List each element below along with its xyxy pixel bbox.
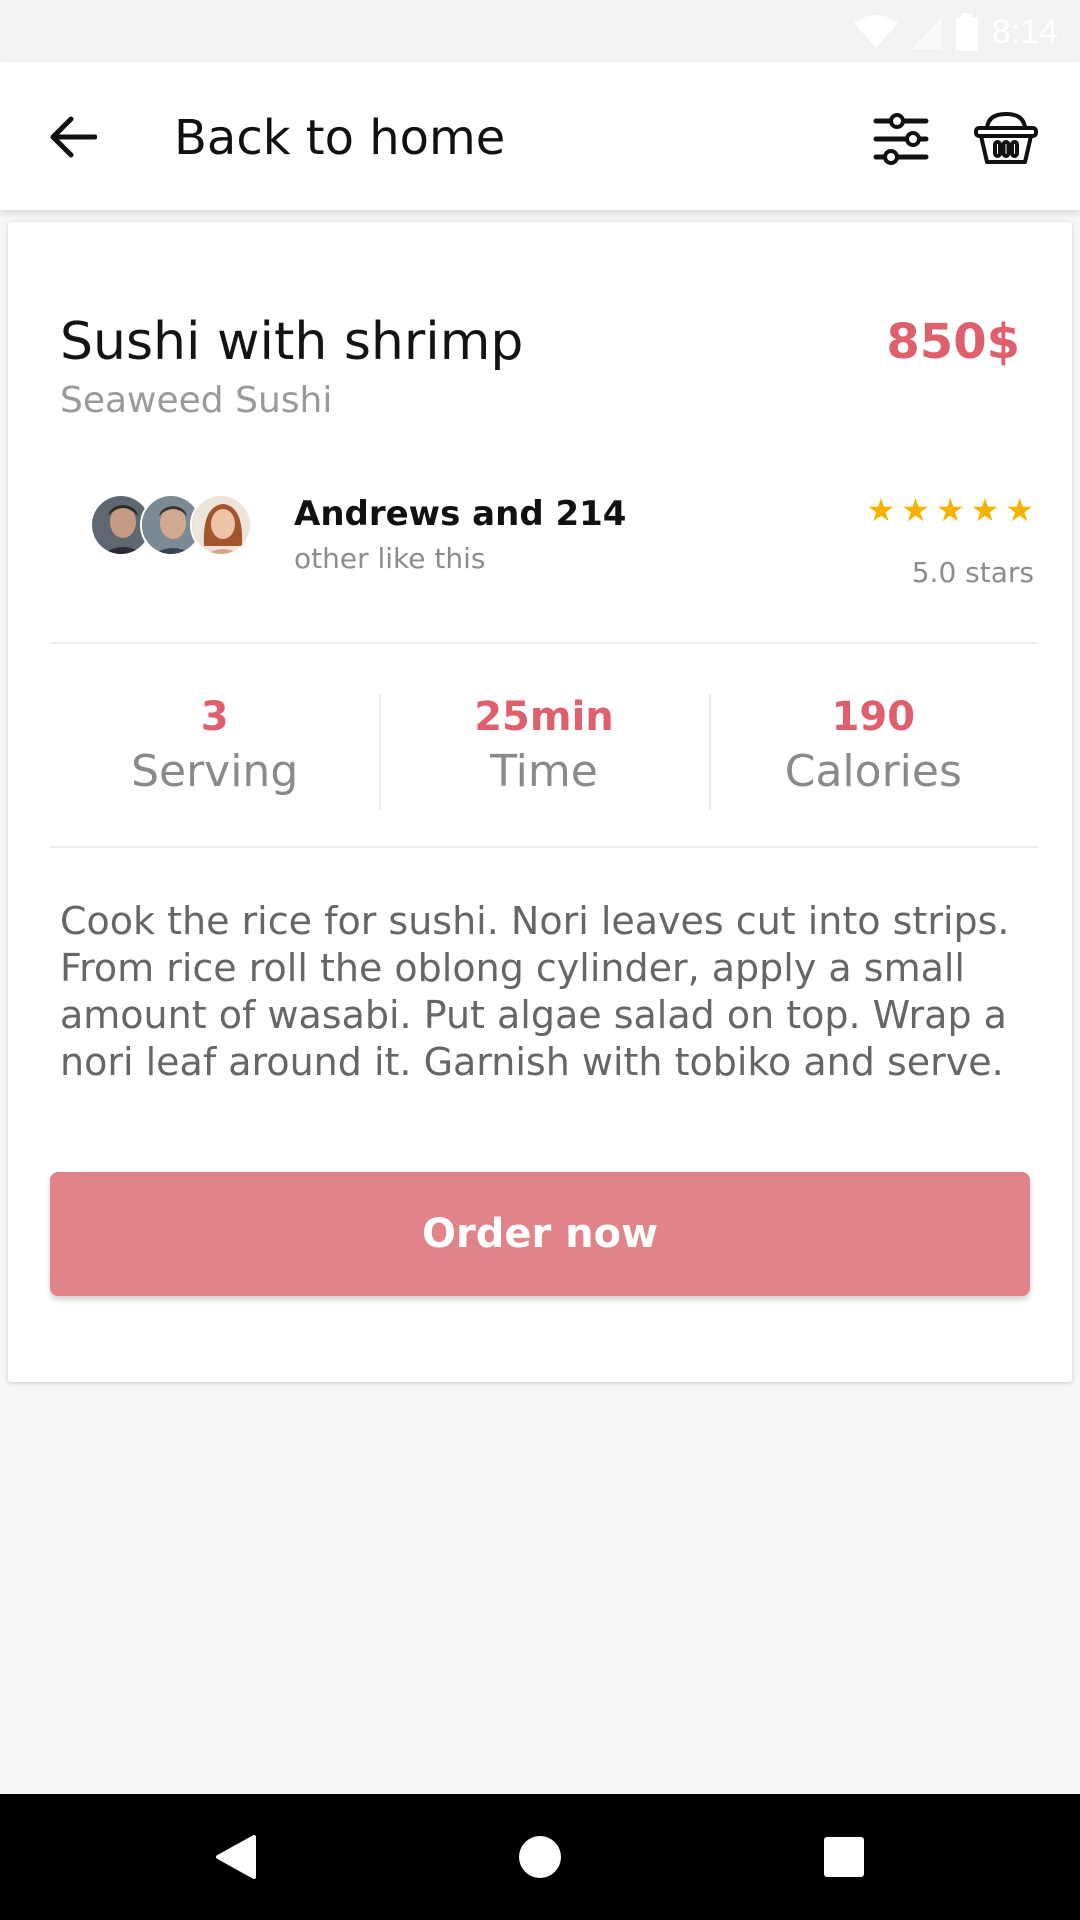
circle-home-icon: [519, 1836, 561, 1878]
star-icon: ★: [866, 492, 896, 528]
stat-value: 25min: [474, 694, 614, 740]
app-bar: Back to home: [0, 62, 1080, 210]
status-time: 8:14: [991, 12, 1058, 51]
star-icon: ★: [901, 492, 930, 528]
sliders-icon: [873, 113, 929, 165]
dish-card: Sushi with shrimp Seaweed Sushi 850$ And…: [8, 222, 1072, 1382]
dish-description: Cook the rice for sushi. Nori leaves cut…: [60, 899, 1010, 1084]
cell-signal-icon: [911, 17, 942, 49]
rating-text: 5.0 stars: [911, 556, 1034, 589]
wifi-icon: [853, 15, 898, 48]
likes-subtitle: other like this: [294, 542, 486, 575]
star-icon: ★: [935, 492, 965, 528]
stat-calories: 190 Calories: [708, 686, 1038, 826]
likes-title: Andrews and 214: [294, 494, 627, 534]
stat-label: Time: [490, 746, 598, 797]
battery-icon: [955, 13, 978, 51]
divider: [50, 846, 1038, 848]
basket-button[interactable]: [970, 102, 1042, 174]
page-title[interactable]: Back to home: [174, 110, 505, 166]
status-bar: 8:14: [0, 0, 1080, 62]
filter-button[interactable]: [868, 106, 934, 172]
back-button[interactable]: [40, 106, 106, 168]
order-now-button[interactable]: Order now: [50, 1172, 1030, 1296]
stat-label: Serving: [131, 746, 299, 797]
basket-icon: [974, 111, 1038, 164]
liker-avatars[interactable]: [90, 494, 260, 558]
triangle-back-icon: [216, 1835, 256, 1879]
nav-back-button[interactable]: [166, 1794, 306, 1920]
divider: [50, 642, 1038, 644]
dish-name: Sushi with shrimp: [60, 312, 524, 372]
star-icon: ★: [1005, 492, 1034, 528]
stat-label: Calories: [784, 746, 962, 797]
nav-home-button[interactable]: [470, 1794, 610, 1920]
dish-stats: 3 Serving 25min Time 190 Calories: [50, 686, 1038, 826]
stat-value: 3: [200, 694, 229, 740]
dish-subtitle: Seaweed Sushi: [60, 380, 333, 421]
order-now-label: Order now: [421, 1211, 659, 1257]
arrow-left-icon: [50, 116, 97, 158]
square-recents-icon: [824, 1837, 864, 1877]
dish-price: 850$: [886, 314, 1020, 370]
stat-serving: 3 Serving: [50, 686, 379, 826]
status-icons: 8:14: [853, 12, 1058, 52]
star-rating: ★ ★ ★ ★ ★: [867, 494, 1034, 526]
stat-time: 25min Time: [379, 686, 708, 826]
system-nav-bar: [0, 1794, 1080, 1920]
nav-recents-button[interactable]: [774, 1794, 914, 1920]
stat-value: 190: [831, 694, 916, 740]
avatar: [190, 494, 252, 556]
star-icon: ★: [970, 492, 1000, 528]
